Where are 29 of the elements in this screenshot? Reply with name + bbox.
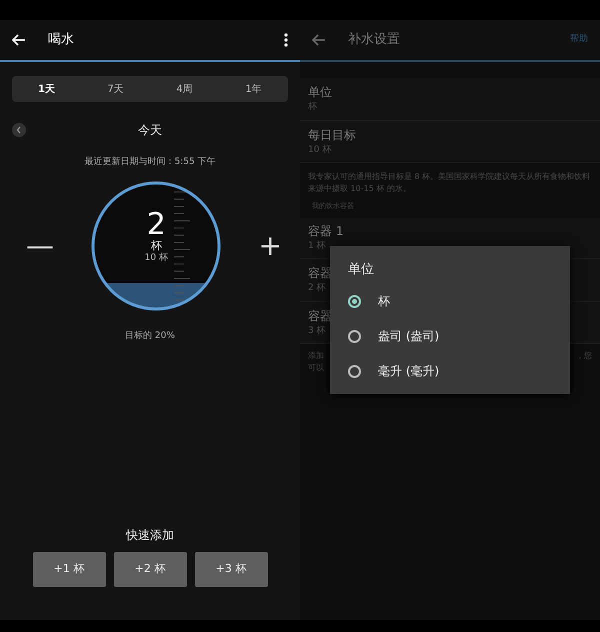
quick-add-button[interactable]: +1 杯: [32, 552, 106, 587]
previous-day-button[interactable]: [12, 123, 26, 137]
goal-amount: 10 杯: [144, 252, 168, 265]
radio-button[interactable]: [348, 364, 361, 378]
radio-button[interactable]: [348, 330, 361, 342]
setting-row[interactable]: 单位 杯: [300, 78, 600, 120]
quick-add-button[interactable]: +2 杯: [114, 552, 186, 587]
last-update-text: 最近更新日期与时间：5:55 下午: [84, 157, 216, 167]
intake-unit: 杯: [150, 240, 162, 252]
minus-button[interactable]: —: [26, 232, 54, 260]
radio-button[interactable]: [348, 294, 361, 308]
unit-option[interactable]: 盎司 (盎司): [348, 318, 552, 354]
quick-add-button[interactable]: +3 杯: [194, 552, 268, 587]
goal-percent-text: 目标的 20%: [125, 330, 175, 340]
more-menu-button[interactable]: [284, 33, 288, 47]
dialog-title: 单位: [348, 262, 374, 277]
range-tab[interactable]: 1年: [219, 76, 288, 102]
screen-title: 补水设置: [348, 31, 401, 50]
range-tab[interactable]: 7天: [81, 76, 150, 102]
quick-add-label: 快速添加: [126, 528, 174, 542]
plus-button[interactable]: +: [258, 232, 282, 260]
screen-title: 喝水: [48, 31, 75, 50]
range-tab[interactable]: 4周: [150, 76, 219, 102]
setting-row[interactable]: 每日目标 10 杯: [300, 120, 600, 163]
intake-value: 2: [146, 210, 166, 240]
range-tab[interactable]: 1天: [12, 76, 81, 102]
day-label: 今天: [138, 123, 162, 137]
unit-option[interactable]: 杯: [348, 284, 552, 318]
unit-option[interactable]: 毫升 (毫升): [348, 354, 552, 388]
